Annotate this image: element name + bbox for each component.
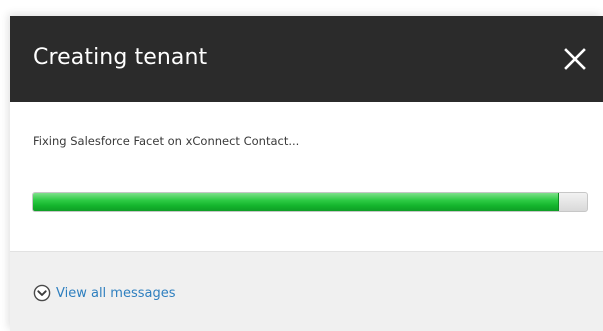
progress-bar: [32, 192, 588, 212]
close-icon: [564, 48, 586, 70]
chevron-down-circle-icon: [33, 284, 51, 302]
dialog-title: Creating tenant: [33, 45, 208, 70]
view-all-messages-link[interactable]: View all messages: [33, 284, 176, 302]
progress-bar-fill: [33, 193, 560, 211]
dialog-footer: View all messages: [10, 251, 603, 331]
dialog-body: Fixing Salesforce Facet on xConnect Cont…: [10, 102, 603, 251]
dialog-titlebar: Creating tenant: [10, 16, 603, 102]
page: Creating tenant Fixing Salesforce Facet …: [0, 0, 603, 331]
status-message: Fixing Salesforce Facet on xConnect Cont…: [33, 134, 300, 148]
close-button[interactable]: [557, 42, 593, 76]
view-all-messages-label: View all messages: [56, 285, 176, 301]
creating-tenant-dialog: Creating tenant Fixing Salesforce Facet …: [10, 16, 603, 331]
